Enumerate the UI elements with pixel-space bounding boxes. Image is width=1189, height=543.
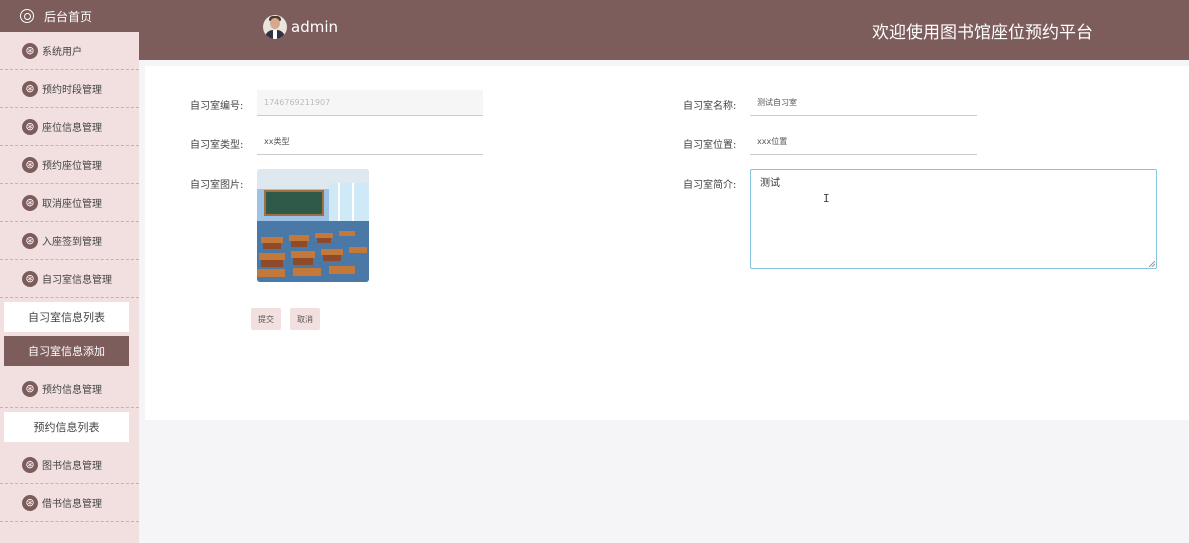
sidebar-item-label: 图书信息管理 [42, 461, 102, 472]
room-name-label: 自习室名称: [683, 101, 737, 112]
page-title: 欢迎使用图书馆座位预约平台 [872, 23, 1093, 43]
sidebar-item-label: 系统用户 [42, 47, 82, 58]
sidebar-item-books[interactable]: ⊛ 图书信息管理 [0, 446, 139, 484]
cancel-button[interactable]: 取消 [290, 308, 320, 330]
resize-grip-icon[interactable] [1149, 261, 1155, 267]
username[interactable]: admin [291, 18, 338, 36]
room-location-field[interactable]: xxx位置 [750, 129, 977, 155]
menu-icon: ⊛ [22, 232, 38, 249]
sidebar-item-label: 取消座位管理 [42, 199, 102, 210]
menu-icon: ⊛ [22, 456, 38, 473]
menu-icon: ⊛ [22, 80, 38, 97]
sidebar-item-label: 预约座位管理 [42, 161, 102, 172]
room-no-label: 自习室编号: [190, 101, 244, 112]
sidebar-subitem-room-add[interactable]: 自习室信息添加 [4, 336, 129, 366]
submit-button[interactable]: 提交 [251, 308, 281, 330]
sidebar-subitem-room-list[interactable]: 自习室信息列表 [4, 302, 129, 332]
avatar[interactable] [263, 15, 287, 39]
sidebar-item-label: 借书信息管理 [42, 499, 102, 510]
room-no-field: 1746769211907 [257, 90, 483, 116]
sidebar-subitem-booking-list[interactable]: 预约信息列表 [4, 412, 129, 442]
sidebar-item-checkin[interactable]: ⊛ 入座签到管理 [0, 222, 139, 260]
text-cursor-icon: I [823, 192, 830, 205]
sidebar: 后台首页 ⊛ 系统用户 ⊛ 预约时段管理 ⊛ 座位信息管理 ⊛ 预约座位管理 ⊛ 取消座位… [0, 0, 139, 543]
room-location-label: 自习室位置: [683, 140, 737, 151]
sidebar-item-system-users[interactable]: ⊛ 系统用户 [0, 32, 139, 70]
sidebar-item-label: 座位信息管理 [42, 123, 102, 134]
sidebar-item-time-slots[interactable]: ⊛ 预约时段管理 [0, 70, 139, 108]
menu-icon: ⊛ [22, 118, 38, 135]
sidebar-home[interactable]: 后台首页 [0, 0, 139, 32]
sidebar-home-label: 后台首页 [44, 9, 93, 24]
classroom-image [257, 169, 369, 282]
sidebar-item-label: 预约信息管理 [42, 385, 102, 396]
menu-icon: ⊛ [22, 42, 38, 59]
room-name-field[interactable]: 测试自习室 [750, 90, 977, 116]
sidebar-item-seat-booking[interactable]: ⊛ 预约座位管理 [0, 146, 139, 184]
sidebar-item-label: 自习室信息管理 [42, 275, 112, 286]
sidebar-item-seat-info[interactable]: ⊛ 座位信息管理 [0, 108, 139, 146]
room-type-field[interactable]: xx类型 [257, 129, 483, 155]
menu-icon: ⊛ [22, 156, 38, 173]
sidebar-item-label: 入座签到管理 [42, 237, 102, 248]
menu-icon: ⊛ [22, 494, 38, 511]
menu-icon: ⊛ [22, 194, 38, 211]
sidebar-item-booking-info[interactable]: ⊛ 预约信息管理 [0, 370, 139, 408]
home-icon [20, 9, 34, 23]
menu-icon: ⊛ [22, 380, 38, 397]
room-type-label: 自习室类型: [190, 140, 244, 151]
room-image-label: 自习室图片: [190, 180, 244, 191]
room-intro-textarea[interactable]: 测试 [750, 169, 1157, 269]
form-panel: 自习室编号: 1746769211907 自习室名称: 测试自习室 自习室类型:… [145, 66, 1189, 420]
menu-icon: ⊛ [22, 270, 38, 287]
room-intro-label: 自习室简介: [683, 180, 737, 191]
sidebar-item-cancel-seat[interactable]: ⊛ 取消座位管理 [0, 184, 139, 222]
classroom-photo[interactable] [257, 169, 369, 282]
room-intro-text: 测试 [760, 178, 780, 189]
sidebar-item-study-room[interactable]: ⊛ 自习室信息管理 [0, 260, 139, 298]
sidebar-item-borrow[interactable]: ⊛ 借书信息管理 [0, 484, 139, 522]
top-header: admin 欢迎使用图书馆座位预约平台 [139, 0, 1189, 60]
sidebar-item-label: 预约时段管理 [42, 85, 102, 96]
